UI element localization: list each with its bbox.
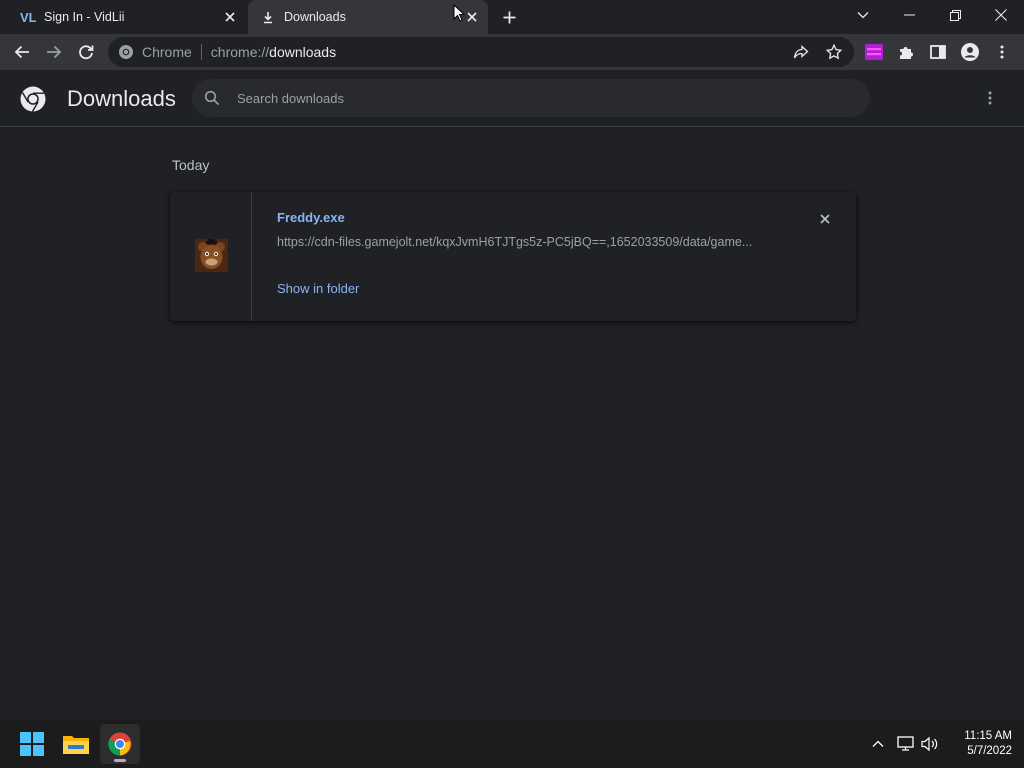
tab-downloads[interactable]: Downloads <box>248 0 488 34</box>
tab-title: Downloads <box>284 10 346 24</box>
share-icon[interactable] <box>792 43 810 61</box>
profile-avatar-icon[interactable] <box>960 42 980 62</box>
file-icon-column <box>170 192 252 321</box>
chrome-site-icon <box>119 45 133 59</box>
minimize-button[interactable] <box>886 0 932 30</box>
side-panel-icon[interactable] <box>928 42 948 62</box>
extension-icon[interactable] <box>864 42 884 62</box>
mouse-cursor-icon <box>453 4 465 22</box>
show-hidden-icons-chevron-icon[interactable] <box>868 734 888 754</box>
chrome-menu-icon[interactable] <box>992 42 1012 62</box>
address-bar[interactable]: Chrome chrome:// downloads <box>108 37 854 67</box>
page-title: Downloads <box>67 86 176 111</box>
active-app-indicator <box>114 759 126 762</box>
system-clock[interactable]: 11:15 AM 5/7/2022 <box>948 729 1012 759</box>
svg-text:VL: VL <box>20 10 36 24</box>
show-in-folder-link[interactable]: Show in folder <box>277 281 359 296</box>
close-icon[interactable] <box>222 9 238 25</box>
remove-download-icon[interactable] <box>816 210 834 228</box>
downloads-toolbar: Downloads Search downloads <box>0 70 1024 127</box>
chrome-taskbar-icon[interactable] <box>100 724 140 764</box>
download-source-url[interactable]: https://cdn-files.gamejolt.net/kqxJvmH6T… <box>277 235 752 249</box>
extensions-puzzle-icon[interactable] <box>896 42 916 62</box>
tab-search-chevron-icon[interactable] <box>840 0 886 30</box>
bookmark-star-icon[interactable] <box>825 43 843 61</box>
file-explorer-icon[interactable] <box>56 724 96 764</box>
windows-start-icon[interactable] <box>12 724 52 764</box>
new-tab-button[interactable] <box>500 8 518 26</box>
search-icon <box>204 90 220 106</box>
windows-taskbar: 11:15 AM 5/7/2022 <box>0 720 1024 768</box>
download-item: Freddy.exe https://cdn-files.gamejolt.ne… <box>170 192 856 321</box>
browser-toolbar: Chrome chrome:// downloads <box>0 34 1024 70</box>
download-icon <box>260 9 276 25</box>
back-button[interactable] <box>8 38 36 66</box>
close-icon[interactable] <box>464 9 480 25</box>
url-scheme: chrome:// <box>210 44 270 60</box>
chrome-logo-icon <box>20 86 46 112</box>
omnibox-divider <box>200 44 202 60</box>
site-chip: Chrome <box>142 44 192 60</box>
file-icon <box>195 239 228 272</box>
restore-button[interactable] <box>932 0 978 30</box>
network-icon[interactable] <box>896 734 916 754</box>
forward-button[interactable] <box>40 38 68 66</box>
tab-title: Sign In - VidLii <box>44 10 125 24</box>
downloads-list: Today Freddy.exe https://cdn-files.gamej… <box>0 127 1024 720</box>
vidlii-icon: VL <box>20 9 36 25</box>
volume-icon[interactable] <box>920 734 940 754</box>
tab-vidlii[interactable]: VL Sign In - VidLii <box>8 0 246 34</box>
close-window-button[interactable] <box>978 0 1024 30</box>
clock-time: 11:15 AM <box>964 730 1012 742</box>
search-downloads-field[interactable]: Search downloads <box>192 79 870 117</box>
url-host: downloads <box>269 44 337 60</box>
browser-titlebar: VL Sign In - VidLii Downloads <box>0 0 1024 34</box>
download-filename-link[interactable]: Freddy.exe <box>277 210 345 225</box>
search-input[interactable]: Search downloads <box>237 91 344 106</box>
reload-button[interactable] <box>72 38 100 66</box>
more-actions-icon[interactable] <box>980 88 1000 108</box>
date-header: Today <box>172 157 210 173</box>
clock-date: 5/7/2022 <box>967 745 1012 757</box>
